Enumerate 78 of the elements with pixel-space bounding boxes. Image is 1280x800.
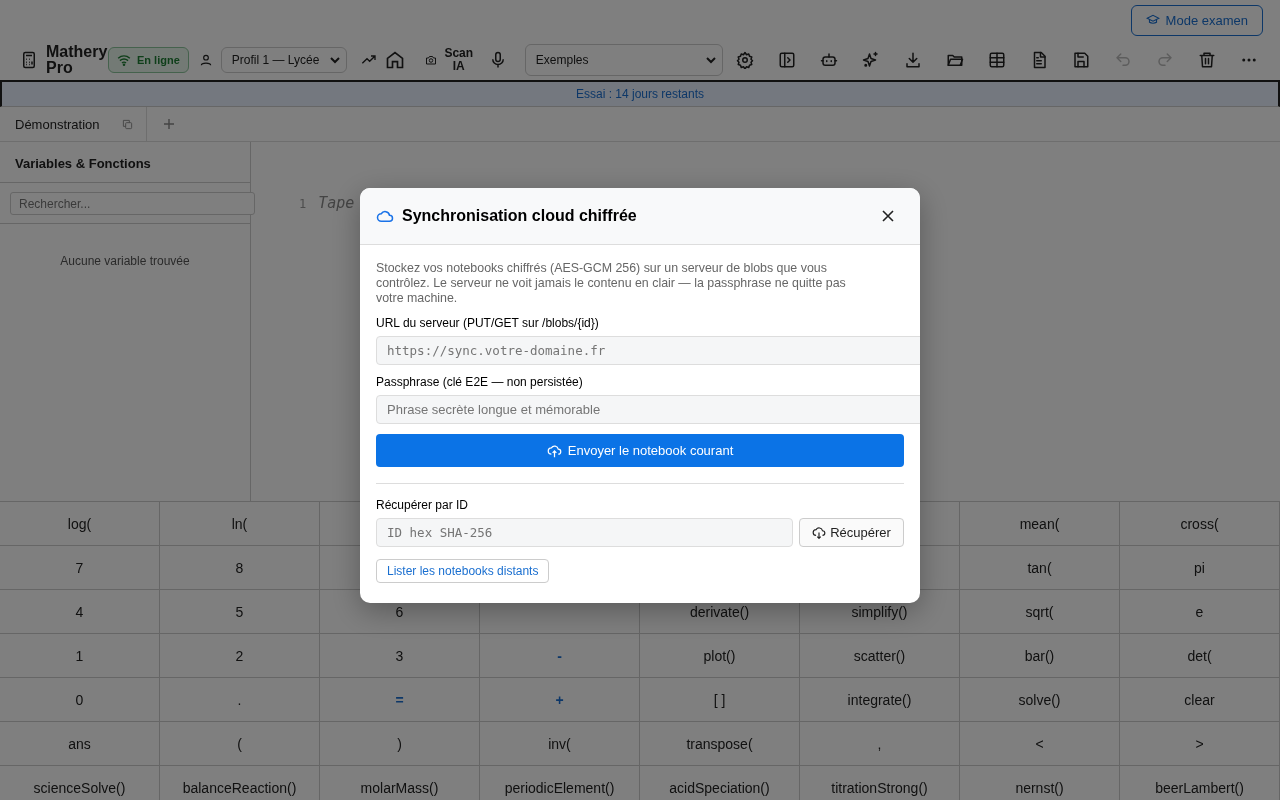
scan-button[interactable]: Scan IA — [420, 47, 481, 73]
home-icon[interactable] — [384, 50, 405, 70]
keypad-key[interactable]: bar() — [960, 634, 1120, 678]
calculator-icon — [20, 51, 38, 69]
keypad-key[interactable]: 7 — [0, 546, 160, 590]
sidebar-panel-icon[interactable] — [777, 51, 796, 69]
profile-select[interactable]: Profil 1 — Lycée — [220, 47, 347, 73]
keypad-key[interactable]: + — [480, 678, 640, 722]
field-label: Passphrase (clé E2E — non persistée) — [376, 375, 584, 389]
keypad-key[interactable]: solve() — [960, 678, 1120, 722]
trial-text: Essai : 14 jours restants — [575, 87, 705, 101]
app-name: Mathery Pro — [46, 44, 108, 76]
settings-icon[interactable] — [735, 51, 754, 69]
upload-button[interactable]: Envoyer le notebook courant — [376, 434, 904, 467]
user-icon — [198, 53, 213, 67]
server-url-field[interactable]: https://sync.votre-domaine.fr — [376, 336, 920, 365]
cloud-upload-icon — [546, 443, 562, 458]
keypad-key[interactable]: 8 — [160, 546, 320, 590]
keypad-key[interactable]: det( — [1120, 634, 1280, 678]
chevron-down-icon — [329, 56, 340, 64]
cloud-icon — [376, 209, 394, 223]
keypad-key[interactable]: 1 — [0, 634, 160, 678]
status-badge: En ligne — [108, 47, 189, 73]
fetch-button[interactable]: Récupérer — [799, 518, 904, 547]
keypad-key[interactable]: plot() — [640, 634, 800, 678]
wifi-icon — [117, 54, 131, 66]
close-icon[interactable] — [882, 210, 894, 222]
keypad-key[interactable]: e — [1120, 590, 1280, 634]
keypad-key[interactable]: sqrt( — [960, 590, 1120, 634]
dialog-description: Stockez vos notebooks chiffrés (AES-GCM 256) sur un serveur de blobs que vous contrôlez. Le serveur ne voit jamais le contenu en clair — la passphrase ne quitte pas votre machine. — [376, 261, 847, 306]
chevron-down-icon — [705, 56, 716, 64]
keypad-key[interactable]: 5 — [160, 590, 320, 634]
examples-select[interactable]: Exemples — [524, 44, 723, 76]
keypad-key[interactable]: . — [160, 678, 320, 722]
download-icon[interactable] — [903, 51, 922, 69]
keypad-key[interactable]: 0 — [0, 678, 160, 722]
sparkles-icon[interactable] — [861, 51, 880, 69]
keypad-key[interactable]: pi — [1120, 546, 1280, 590]
trash-icon[interactable] — [1197, 51, 1216, 69]
dialog-title: Synchronisation cloud chiffrée — [402, 207, 638, 225]
id-field[interactable]: ID hex SHA-256 — [376, 518, 793, 547]
keypad-key[interactable]: 2 — [160, 634, 320, 678]
keypad-key[interactable]: > — [1120, 722, 1280, 766]
list-notebooks-button[interactable]: Lister les notebooks distants — [376, 559, 550, 583]
graduation-cap-icon — [1145, 13, 1160, 27]
keypad-key[interactable]: 4 — [0, 590, 160, 634]
table-icon[interactable] — [987, 51, 1006, 69]
exam-mode-button[interactable]: Mode examen — [1130, 4, 1263, 36]
keypad-key[interactable]: integrate() — [800, 678, 960, 722]
keypad-key[interactable]: ( — [160, 722, 320, 766]
robot-icon[interactable] — [819, 51, 838, 69]
empty-message: Aucune variable trouvée — [59, 254, 191, 268]
keypad-key[interactable]: mean( — [960, 502, 1120, 546]
keypad-key[interactable]: tan( — [960, 546, 1120, 590]
keypad-key[interactable]: inv( — [480, 722, 640, 766]
passphrase-field[interactable]: Phrase secrète longue et mémorable — [376, 395, 920, 424]
keypad-key[interactable]: - — [480, 634, 640, 678]
cloud-download-icon — [812, 526, 827, 539]
keypad-key[interactable]: = — [320, 678, 480, 722]
keypad-key[interactable]: clear — [1120, 678, 1280, 722]
field-label: Récupérer par ID — [376, 498, 470, 512]
keypad-key[interactable]: scatter() — [800, 634, 960, 678]
keypad-key[interactable]: [ ] — [640, 678, 800, 722]
sidebar-title: Variables & Fonctions — [0, 142, 250, 183]
keypad-key[interactable]: ln( — [160, 502, 320, 546]
keypad-key[interactable]: , — [800, 722, 960, 766]
keypad-key[interactable]: 3 — [320, 634, 480, 678]
keypad-key[interactable]: < — [960, 722, 1120, 766]
keypad-key[interactable]: ) — [320, 722, 480, 766]
field-label: URL du serveur (PUT/GET sur /blobs/{id}) — [376, 316, 600, 330]
editor-placeholder: Tape — [318, 194, 355, 212]
keypad-key[interactable]: log( — [0, 502, 160, 546]
camera-icon — [424, 54, 437, 66]
search-field[interactable]: Rechercher... — [10, 192, 255, 215]
save-icon[interactable] — [1071, 51, 1090, 69]
keypad-key[interactable]: ans — [0, 722, 160, 766]
keypad-key[interactable]: cross( — [1120, 502, 1280, 546]
keypad-key[interactable]: transpose( — [640, 722, 800, 766]
